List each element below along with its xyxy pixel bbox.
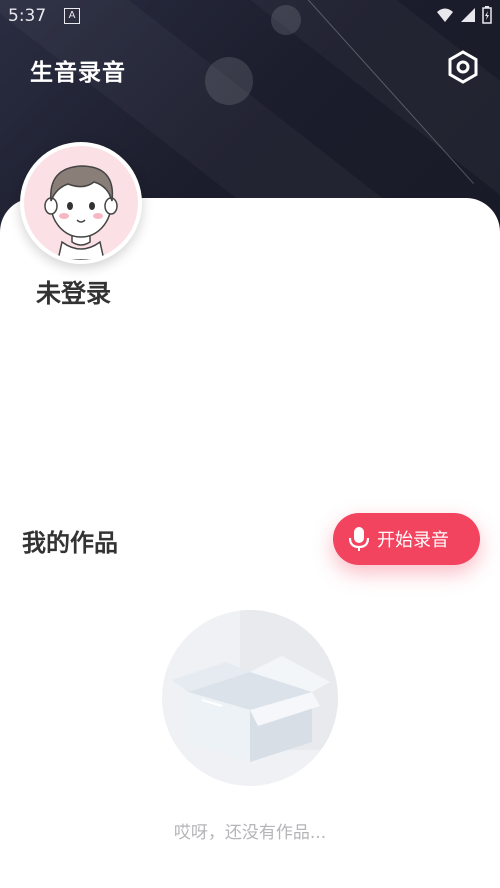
default-avatar-icon — [44, 165, 118, 260]
signal-icon — [461, 8, 475, 22]
login-status[interactable]: 未登录 — [36, 274, 111, 310]
empty-state-illustration — [162, 610, 338, 786]
app-title: 生音录音 — [30, 60, 126, 86]
empty-box-icon — [172, 610, 338, 762]
gear-hexagon-icon — [448, 50, 478, 84]
settings-button[interactable] — [446, 50, 480, 84]
avatar[interactable] — [20, 142, 142, 264]
notification-icon: A — [64, 8, 80, 24]
empty-works-message: 哎呀，还没有作品... — [173, 823, 327, 843]
wifi-icon — [437, 8, 453, 22]
start-recording-label: 开始录音 — [377, 530, 449, 551]
section-title-works: 我的作品 — [22, 529, 118, 557]
status-time: 5:37 — [8, 6, 47, 26]
microphone-icon — [348, 527, 370, 551]
battery-icon — [482, 6, 492, 24]
start-recording-button[interactable]: 开始录音 — [333, 513, 480, 565]
status-bar: 5:37 A — [0, 0, 500, 34]
